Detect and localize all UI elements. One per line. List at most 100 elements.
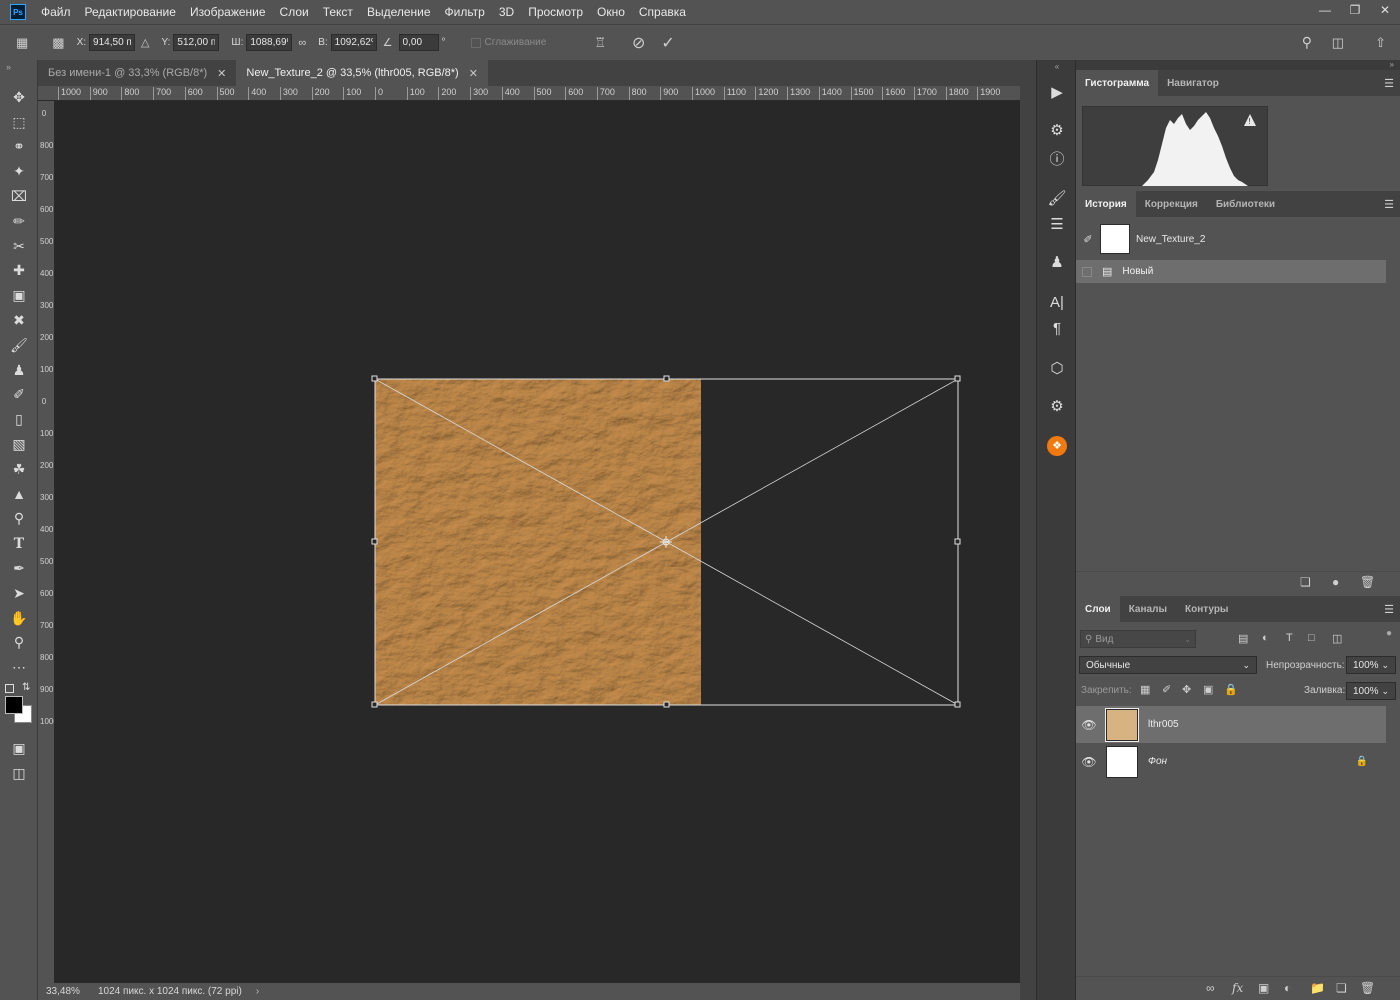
- magic-wand-tool-icon[interactable]: ✦: [0, 159, 38, 184]
- tab-untitled-1[interactable]: Без имени-1 @ 33,3% (RGB/8*) ✕: [38, 60, 236, 86]
- menu-type[interactable]: Текст: [316, 0, 360, 24]
- menu-filter[interactable]: Фильтр: [438, 0, 492, 24]
- lasso-tool-icon[interactable]: ⚭: [0, 135, 38, 160]
- filter-toggle-icon[interactable]: ●: [1386, 628, 1392, 639]
- filter-pixel-icon[interactable]: ▤: [1238, 632, 1248, 645]
- lock-pixels-icon[interactable]: ✐: [1162, 683, 1171, 696]
- tab-histogram[interactable]: Гистограмма: [1076, 70, 1159, 96]
- menu-edit[interactable]: Редактирование: [78, 0, 183, 24]
- warp-mode-icon[interactable]: ♖: [594, 35, 606, 51]
- transform-tool-icon[interactable]: ▦: [16, 35, 28, 51]
- x-field[interactable]: [89, 34, 136, 51]
- history-item[interactable]: ▤ Новый: [1076, 260, 1386, 283]
- paragraph-icon[interactable]: ¶: [1037, 316, 1077, 340]
- menu-window[interactable]: Окно: [590, 0, 632, 24]
- reference-point-icon[interactable]: ▩: [52, 35, 64, 51]
- trash-icon[interactable]: 🗑: [1360, 575, 1375, 589]
- crop-tool-icon[interactable]: ⌧: [0, 184, 38, 209]
- type-tool-icon[interactable]: T: [0, 531, 38, 556]
- link-layers-icon[interactable]: ∞: [1206, 981, 1215, 995]
- frame-tool-icon[interactable]: ▣: [0, 283, 38, 308]
- handle-top[interactable]: [663, 375, 670, 382]
- vertical-scrollbar[interactable]: [1020, 86, 1036, 1000]
- restore-icon[interactable]: ❐: [1340, 0, 1370, 20]
- smudge-tool-icon[interactable]: ☘: [0, 457, 38, 482]
- tab-history[interactable]: История: [1076, 191, 1136, 217]
- healing-patch-tool-icon[interactable]: ✚: [0, 259, 38, 284]
- lock-position-icon[interactable]: ✥: [1182, 683, 1191, 696]
- lock-icon[interactable]: 🔒: [1356, 756, 1368, 767]
- filter-adjustment-icon[interactable]: ◐: [1262, 632, 1269, 644]
- color-swatches[interactable]: ⇅: [0, 680, 37, 736]
- filter-smart-object-icon[interactable]: ◫: [1332, 632, 1342, 645]
- visibility-eye-icon[interactable]: 👁: [1076, 718, 1102, 732]
- panel-menu-icon[interactable]: ☰: [1384, 77, 1394, 90]
- layer-name[interactable]: lthr005: [1148, 719, 1179, 730]
- brush-tool-icon[interactable]: 🖌: [0, 333, 38, 358]
- link-icon[interactable]: ∞: [298, 37, 306, 49]
- handle-bottom-right[interactable]: [954, 701, 961, 708]
- fill-field[interactable]: 100% ⌄: [1346, 682, 1396, 700]
- panel-collapse-icon[interactable]: »: [1390, 60, 1394, 69]
- lock-all-icon[interactable]: 🔒: [1224, 683, 1238, 696]
- tab-channels[interactable]: Каналы: [1120, 596, 1176, 622]
- menu-image[interactable]: Изображение: [183, 0, 273, 24]
- layer-row-lthr005[interactable]: 👁 lthr005: [1076, 706, 1386, 743]
- handle-bottom-left[interactable]: [371, 701, 378, 708]
- close-window-icon[interactable]: ✕: [1370, 0, 1400, 20]
- menu-layers[interactable]: Слои: [273, 0, 316, 24]
- swap-colors-icon[interactable]: ⇅: [22, 682, 30, 693]
- delta-icon[interactable]: △: [141, 36, 149, 49]
- zoom-level[interactable]: 33,48%: [46, 986, 86, 997]
- dodge-tool-icon[interactable]: ⚲: [0, 507, 38, 532]
- properties-icon[interactable]: ⚙: [1037, 118, 1077, 142]
- visibility-eye-icon[interactable]: 👁: [1076, 755, 1102, 769]
- handle-left[interactable]: [371, 538, 378, 545]
- delete-layer-icon[interactable]: 🗑: [1360, 981, 1375, 995]
- handle-top-left[interactable]: [371, 375, 378, 382]
- lock-artboard-icon[interactable]: ▣: [1203, 683, 1213, 696]
- pen-tool-icon[interactable]: ✒: [0, 556, 38, 581]
- plugin-icon[interactable]: ❖: [1037, 434, 1077, 458]
- search-icon[interactable]: ⚲: [1302, 34, 1312, 51]
- handle-bottom[interactable]: [663, 701, 670, 708]
- tab-adjustments[interactable]: Коррекция: [1136, 191, 1207, 217]
- toolbar-collapse-icon[interactable]: »: [0, 60, 37, 85]
- transform-bounding-box[interactable]: [55, 101, 1020, 983]
- workspace-icon[interactable]: ◫: [1332, 35, 1344, 51]
- panel-menu-icon[interactable]: ☰: [1384, 198, 1394, 211]
- content-aware-move-icon[interactable]: ✖: [0, 308, 38, 333]
- tab-libraries[interactable]: Библиотеки: [1207, 191, 1284, 217]
- width-field[interactable]: [246, 34, 293, 51]
- angle-field[interactable]: [398, 34, 439, 51]
- handle-right[interactable]: [954, 538, 961, 545]
- history-snapshot[interactable]: ✐ New_Texture_2: [1076, 221, 1386, 257]
- info-icon[interactable]: ⓘ: [1037, 146, 1077, 170]
- new-group-icon[interactable]: 📁: [1310, 981, 1325, 995]
- menu-3d[interactable]: 3D: [492, 0, 521, 24]
- smoothing-checkbox[interactable]: [470, 37, 481, 48]
- tab-new-texture-2[interactable]: New_Texture_2 @ 33,5% (lthr005, RGB/8*) …: [236, 60, 488, 86]
- zoom-tool-icon[interactable]: ⚲: [0, 631, 38, 656]
- actions-play-icon[interactable]: ▶: [1037, 80, 1077, 104]
- quick-mask-icon[interactable]: ▣: [0, 736, 38, 761]
- eraser-tool-icon[interactable]: ▯: [0, 407, 38, 432]
- menu-file[interactable]: Файл: [34, 0, 78, 24]
- spot-healing-tool-icon[interactable]: ✂: [0, 234, 38, 259]
- opacity-field[interactable]: 100% ⌄: [1346, 656, 1396, 674]
- filter-shape-icon[interactable]: □: [1308, 632, 1315, 644]
- tab-layers[interactable]: Слои: [1076, 596, 1120, 622]
- brush-settings-icon[interactable]: 🖌: [1037, 186, 1077, 210]
- menu-select[interactable]: Выделение: [360, 0, 438, 24]
- dock-collapse-icon[interactable]: «: [1037, 60, 1077, 72]
- lock-transparent-icon[interactable]: ▦: [1140, 683, 1150, 696]
- layer-row-background[interactable]: 👁 Фон 🔒: [1076, 743, 1386, 780]
- y-field[interactable]: [173, 34, 220, 51]
- add-mask-icon[interactable]: ▣: [1258, 981, 1269, 995]
- more-tools-icon[interactable]: ⋯: [0, 655, 38, 680]
- timeline-icon[interactable]: ⚙: [1037, 394, 1077, 418]
- foreground-color-swatch[interactable]: [5, 696, 23, 715]
- camera-icon[interactable]: ●: [1332, 575, 1339, 589]
- character-icon[interactable]: A|: [1037, 290, 1077, 314]
- close-icon[interactable]: ✕: [469, 67, 478, 80]
